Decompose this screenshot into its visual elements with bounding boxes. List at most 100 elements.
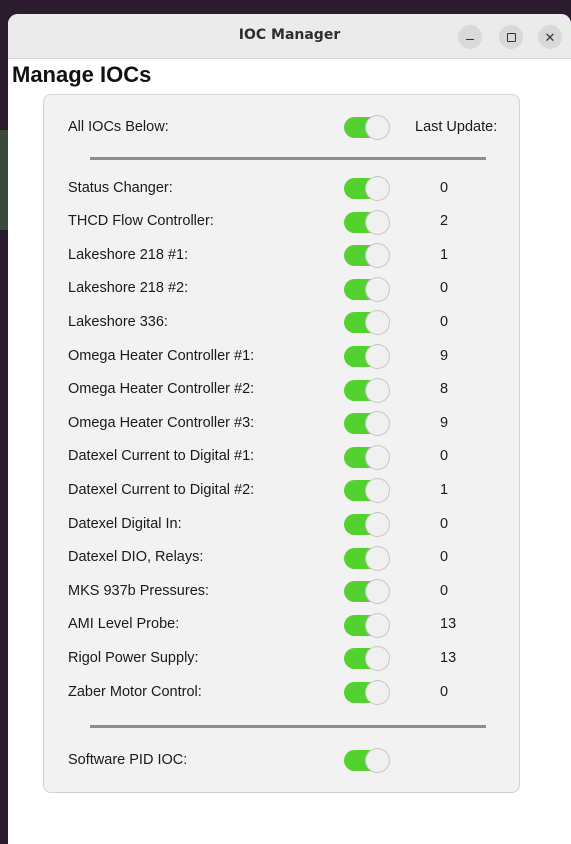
ioc-toggle[interactable]: [344, 345, 389, 368]
ioc-last-update-value: 0: [440, 515, 449, 532]
toggle-knob: [366, 177, 389, 200]
toggle-knob: [366, 277, 389, 301]
software-pid-row: Software PID IOC:: [68, 743, 519, 776]
ioc-row: THCD Flow Controller: 2: [68, 205, 519, 238]
ioc-label: Datexel Current to Digital #1:: [68, 448, 255, 465]
ioc-toggle[interactable]: [344, 412, 389, 436]
ioc-toggle[interactable]: [344, 681, 389, 704]
ioc-label: Datexel Current to Digital #2:: [68, 481, 255, 498]
ioc-toggle[interactable]: [344, 177, 389, 200]
software-pid-label: Software PID IOC:: [68, 751, 188, 768]
ioc-label: MKS 937b Pressures:: [68, 582, 210, 599]
ioc-last-update-value: 0: [440, 549, 449, 566]
ioc-row: Status Changer: 0: [68, 171, 519, 204]
ioc-toggle[interactable]: [344, 445, 389, 469]
ioc-last-update-value: 9: [440, 414, 449, 431]
ioc-row: Lakeshore 218 #1: 1: [68, 238, 519, 271]
close-button[interactable]: ✕: [538, 25, 562, 49]
ioc-row: Datexel Digital In: 0: [68, 507, 519, 540]
ioc-last-update-value: 0: [440, 179, 449, 196]
ioc-row: Datexel Current to Digital #1: 0: [68, 440, 519, 473]
toggle-knob: [366, 580, 389, 604]
ioc-row: Omega Heater Controller #2: 8: [68, 373, 519, 406]
ioc-last-update-value: 0: [440, 582, 449, 599]
toggle-knob: [366, 647, 389, 671]
ioc-toggle[interactable]: [344, 479, 389, 503]
ioc-label: Status Changer:: [68, 179, 173, 196]
ioc-toggle[interactable]: [344, 277, 389, 301]
toggle-knob: [366, 681, 389, 704]
toggle-knob: [366, 546, 389, 570]
ioc-row: Omega Heater Controller #1: 9: [68, 339, 519, 372]
toggle-knob: [366, 613, 389, 637]
ioc-last-update-value: 0: [440, 683, 449, 700]
minimize-button[interactable]: [458, 25, 482, 49]
ioc-row: Omega Heater Controller #3: 9: [68, 406, 519, 439]
ioc-toggle[interactable]: [344, 311, 389, 335]
toggle-knob: [366, 412, 389, 436]
window-titlebar[interactable]: IOC Manager ✕: [8, 14, 571, 59]
ioc-toggle[interactable]: [344, 647, 389, 671]
toggle-knob: [366, 513, 389, 536]
ioc-row: Rigol Power Supply: 13: [68, 641, 519, 674]
toggle-knob: [366, 345, 389, 368]
ioc-panel: All IOCs Below: Last Update: Status Chan…: [43, 94, 520, 793]
all-iocs-row: All IOCs Below: Last Update:: [68, 110, 519, 143]
ioc-row: Datexel DIO, Relays: 0: [68, 541, 519, 574]
ioc-last-update-value: 9: [440, 347, 449, 364]
ioc-toggle[interactable]: [344, 210, 389, 234]
ioc-label: Lakeshore 218 #1:: [68, 246, 189, 263]
ioc-last-update-value: 8: [440, 381, 449, 398]
toggle-knob: [366, 445, 389, 469]
ioc-label: Lakeshore 218 #2:: [68, 280, 189, 297]
ioc-last-update-value: 0: [440, 280, 449, 297]
ioc-last-update-value: 2: [440, 213, 449, 230]
toggle-knob: [366, 244, 389, 268]
ioc-last-update-value: 1: [440, 481, 449, 498]
ioc-label: Zaber Motor Control:: [68, 683, 202, 700]
all-iocs-toggle[interactable]: [344, 116, 389, 139]
ioc-label: Rigol Power Supply:: [68, 649, 199, 666]
toggle-knob: [366, 311, 389, 335]
ioc-label: AMI Level Probe:: [68, 616, 180, 633]
close-icon: ✕: [544, 29, 556, 45]
ioc-label: Datexel DIO, Relays:: [68, 549, 204, 566]
last-update-label: Last Update:: [415, 118, 498, 135]
separator-top: [90, 157, 486, 160]
ioc-last-update-value: 1: [440, 246, 449, 263]
toggle-knob: [366, 749, 389, 772]
separator-bottom: [90, 725, 486, 728]
ioc-label: Datexel Digital In:: [68, 515, 182, 532]
page-title: Manage IOCs: [12, 62, 152, 87]
ioc-toggle[interactable]: [344, 378, 389, 402]
ioc-label: Omega Heater Controller #1:: [68, 347, 255, 364]
toggle-knob: [366, 378, 389, 402]
ioc-label: Omega Heater Controller #3:: [68, 414, 255, 431]
ioc-row: MKS 937b Pressures: 0: [68, 574, 519, 607]
ioc-toggle[interactable]: [344, 580, 389, 604]
ioc-toggle[interactable]: [344, 613, 389, 637]
ioc-toggle[interactable]: [344, 513, 389, 536]
ioc-last-update-value: 0: [440, 448, 449, 465]
toggle-knob: [366, 210, 389, 234]
ioc-label: Lakeshore 336:: [68, 313, 168, 330]
window-title: IOC Manager: [238, 27, 341, 43]
ioc-label: THCD Flow Controller:: [68, 213, 214, 230]
toggle-knob: [366, 479, 389, 503]
ioc-last-update-value: 13: [440, 616, 457, 633]
ioc-last-update-value: 0: [440, 313, 449, 330]
desktop-background-edge: [0, 130, 8, 230]
software-pid-toggle[interactable]: [344, 749, 389, 772]
ioc-row: Lakeshore 218 #2: 0: [68, 272, 519, 305]
maximize-icon: [506, 32, 516, 42]
ioc-row: Datexel Current to Digital #2: 1: [68, 473, 519, 506]
ioc-toggle[interactable]: [344, 546, 389, 570]
ioc-toggle[interactable]: [344, 244, 389, 268]
ioc-row: AMI Level Probe: 13: [68, 608, 519, 641]
ioc-last-update-value: 13: [440, 649, 457, 666]
ioc-row: Lakeshore 336: 0: [68, 305, 519, 338]
minimize-icon: [466, 38, 474, 41]
toggle-knob: [366, 116, 389, 139]
ioc-label: Omega Heater Controller #2:: [68, 381, 255, 398]
maximize-button[interactable]: [499, 25, 523, 49]
